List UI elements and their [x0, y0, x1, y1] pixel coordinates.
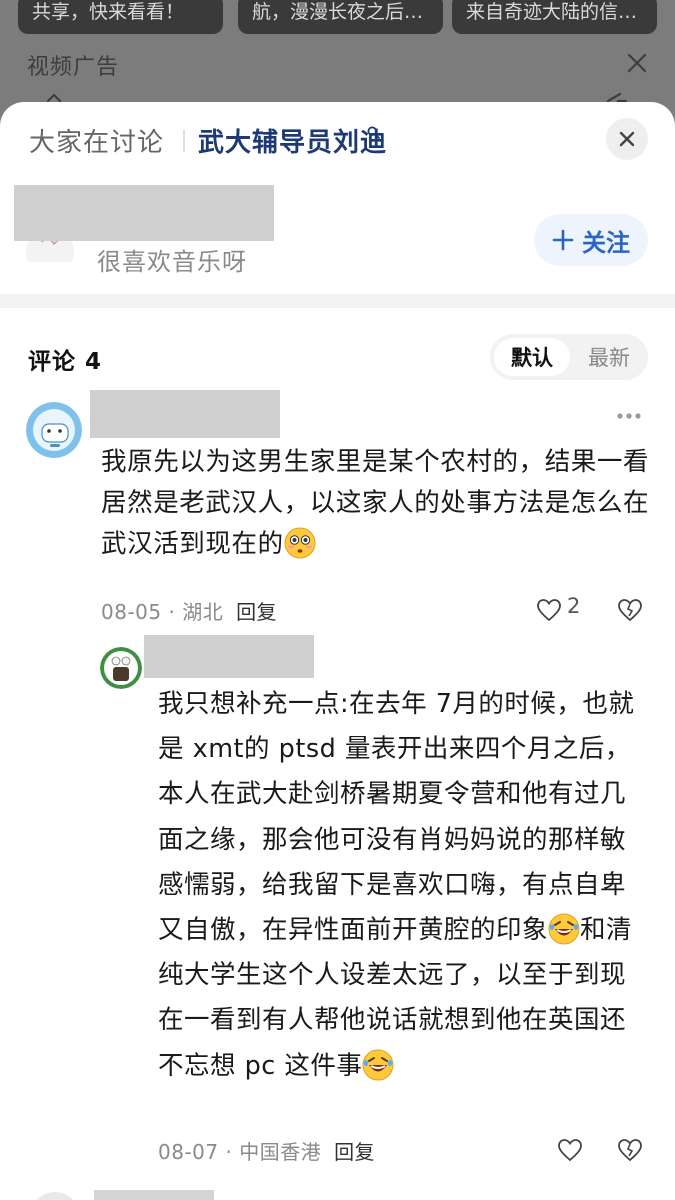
comment-meta: 08-05 · 湖北 回复 — [101, 600, 278, 624]
dislike-broken-heart-icon[interactable] — [617, 1137, 643, 1163]
divider — [183, 130, 185, 152]
sheet-header: 大家在讨论 武大辅导员刘迪 — [0, 102, 675, 182]
reply-text-part: 我只想补充一点:在去年 7月的时候，也就是 xmt的 ptsd 量表开出来四个月… — [158, 689, 635, 946]
reply-location: 中国香港 — [239, 1140, 322, 1164]
chevron-icon — [46, 93, 62, 102]
background-video-cards: 共享，快来看看！ 航，漫漫长夜之后… 来自奇迹大陆的信… — [18, 0, 657, 34]
background-card: 共享，快来看看！ — [18, 0, 223, 34]
author-name-redacted — [14, 185, 274, 241]
follow-button[interactable]: 关注 — [534, 214, 648, 266]
comment-text-content: 我原先以为这男生家里是某个农村的，结果一看居然是老武汉人，以这家人的处事方法是怎… — [101, 447, 650, 559]
avatar[interactable] — [26, 402, 82, 458]
reply-date: 08-07 — [158, 1140, 219, 1164]
replier-name-redacted — [144, 635, 314, 678]
close-icon — [619, 131, 635, 147]
comments-count-title: 评论 4 — [28, 349, 103, 375]
discussion-sheet: 大家在讨论 武大辅导员刘迪 很喜欢音乐呀 关注 评论 4 默认 最新 我原先以为… — [0, 102, 675, 1200]
like-heart-icon[interactable] — [536, 598, 562, 622]
comment-date: 08-05 — [101, 600, 162, 624]
search-icon — [367, 126, 380, 139]
sort-default-tab[interactable]: 默认 — [494, 338, 570, 376]
author-bio: 很喜欢音乐呀 — [97, 248, 247, 276]
background-ad-label: 视频广告 — [27, 55, 120, 80]
edit-icon — [606, 92, 628, 102]
section-divider — [0, 294, 675, 308]
reply-button[interactable]: 回复 — [334, 1140, 375, 1164]
avatar[interactable] — [30, 1192, 80, 1200]
rolling-laughing-emoji-icon — [548, 913, 580, 945]
sort-toggle: 默认 最新 — [490, 334, 648, 380]
close-icon — [627, 53, 647, 73]
background-card: 来自奇迹大陆的信… — [452, 0, 657, 34]
like-count: 2 — [567, 594, 581, 618]
more-icon[interactable] — [616, 412, 642, 420]
comment-text: 我原先以为这男生家里是某个农村的，结果一看居然是老武汉人，以这家人的处事方法是怎… — [101, 442, 651, 565]
like-heart-icon[interactable] — [557, 1138, 583, 1162]
rolling-laughing-emoji-icon — [362, 1049, 394, 1081]
reply-meta: 08-07 · 中国香港 回复 — [158, 1140, 376, 1164]
topic-link[interactable]: 武大辅导员刘迪 — [198, 122, 387, 159]
reply-button[interactable]: 回复 — [236, 600, 277, 624]
commenter-name-redacted — [90, 390, 280, 438]
reply-text: 我只想补充一点:在去年 7月的时候，也就是 xmt的 ptsd 量表开出来四个月… — [158, 682, 648, 1089]
background-card: 航，漫漫长夜之后… — [238, 0, 443, 34]
commenter-name-redacted — [94, 1190, 214, 1200]
sort-latest-tab[interactable]: 最新 — [574, 338, 644, 376]
close-button[interactable] — [606, 118, 648, 160]
avatar[interactable] — [100, 647, 142, 689]
author-row: 很喜欢音乐呀 关注 — [0, 182, 675, 294]
comment-location: 湖北 — [182, 600, 224, 624]
discussion-label: 大家在讨论 — [29, 128, 165, 158]
follow-label: 关注 — [582, 228, 630, 257]
flushed-emoji-icon — [284, 527, 316, 559]
plus-icon — [552, 229, 574, 251]
dislike-broken-heart-icon[interactable] — [617, 597, 643, 623]
